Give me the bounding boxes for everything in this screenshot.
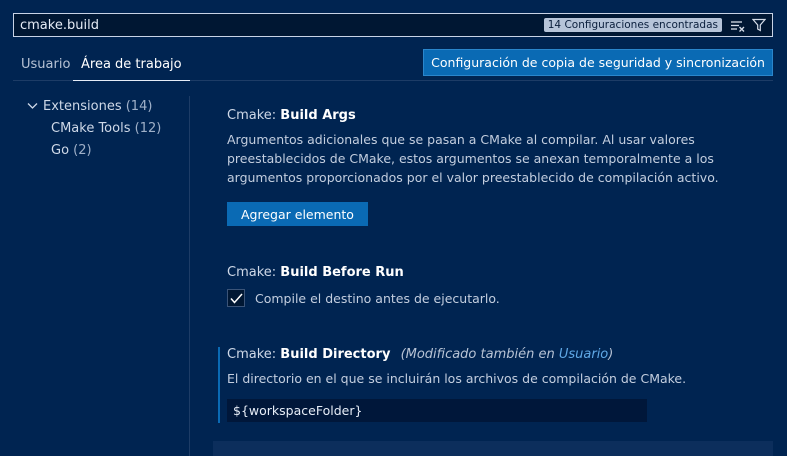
toc-item-cmake-tools[interactable]: CMake Tools (12) <box>13 118 188 140</box>
sash-divider[interactable] <box>189 96 190 456</box>
toc-item-count: (12) <box>134 121 162 136</box>
build-directory-input[interactable] <box>227 399 647 422</box>
setting-description: Argumentos adicionales que se pasan a CM… <box>227 132 719 185</box>
results-count-badge: 14 Configuraciones encontradas <box>543 18 722 32</box>
tab-usuario[interactable]: Usuario <box>21 48 70 81</box>
toc-item-label: Go <box>51 143 70 158</box>
modified-in-user-link[interactable]: Usuario <box>559 347 608 362</box>
build-before-run-checkbox[interactable] <box>227 289 245 307</box>
setting-build-directory: Cmake: Build Directory (Modificado tambi… <box>227 347 767 422</box>
checkbox-row: Compile el destino antes de ejecutarlo. <box>227 289 767 307</box>
clear-filter-icon[interactable] <box>728 16 746 34</box>
backup-sync-button[interactable]: Configuración de copia de seguridad y si… <box>423 49 773 76</box>
settings-tabs: Usuario Área de trabajo Configuración de… <box>13 48 773 81</box>
search-bar[interactable]: 14 Configuraciones encontradas <box>13 13 773 37</box>
checkbox-label: Compile el destino antes de ejecutarlo. <box>255 290 500 306</box>
toc-item-label: CMake Tools <box>51 121 131 136</box>
modified-elsewhere-note: (Modificado también en Usuario) <box>400 347 614 362</box>
setting-build-before-run: Cmake: Build Before Run Compile el desti… <box>227 265 767 307</box>
tab-area-de-trabajo[interactable]: Área de trabajo <box>73 48 190 81</box>
setting-description: El directorio en el que se incluirán los… <box>227 371 687 386</box>
settings-toc: Extensiones (14) CMake Tools (12) Go (2) <box>13 96 188 162</box>
chevron-down-icon <box>27 96 43 118</box>
setting-title: Cmake: Build Args <box>227 108 356 123</box>
setting-title: Cmake: Build Before Run <box>227 265 404 280</box>
filter-icon[interactable] <box>750 16 768 34</box>
toc-item-go[interactable]: Go (2) <box>13 140 188 162</box>
setting-build-args: Cmake: Build Args Argumentos adicionales… <box>227 108 767 226</box>
add-item-button[interactable]: Agregar elemento <box>227 202 368 226</box>
settings-search-input[interactable] <box>20 17 544 33</box>
check-icon <box>229 293 243 304</box>
setting-title: Cmake: Build Directory (Modificado tambi… <box>227 347 614 362</box>
toc-item-extensions[interactable]: Extensiones (14) <box>13 96 188 118</box>
toc-item-count: (14) <box>125 99 153 114</box>
modified-indicator <box>218 347 220 423</box>
toc-item-label: Extensiones <box>43 99 122 114</box>
next-setting-panel <box>213 441 773 456</box>
toc-item-count: (2) <box>73 143 92 158</box>
